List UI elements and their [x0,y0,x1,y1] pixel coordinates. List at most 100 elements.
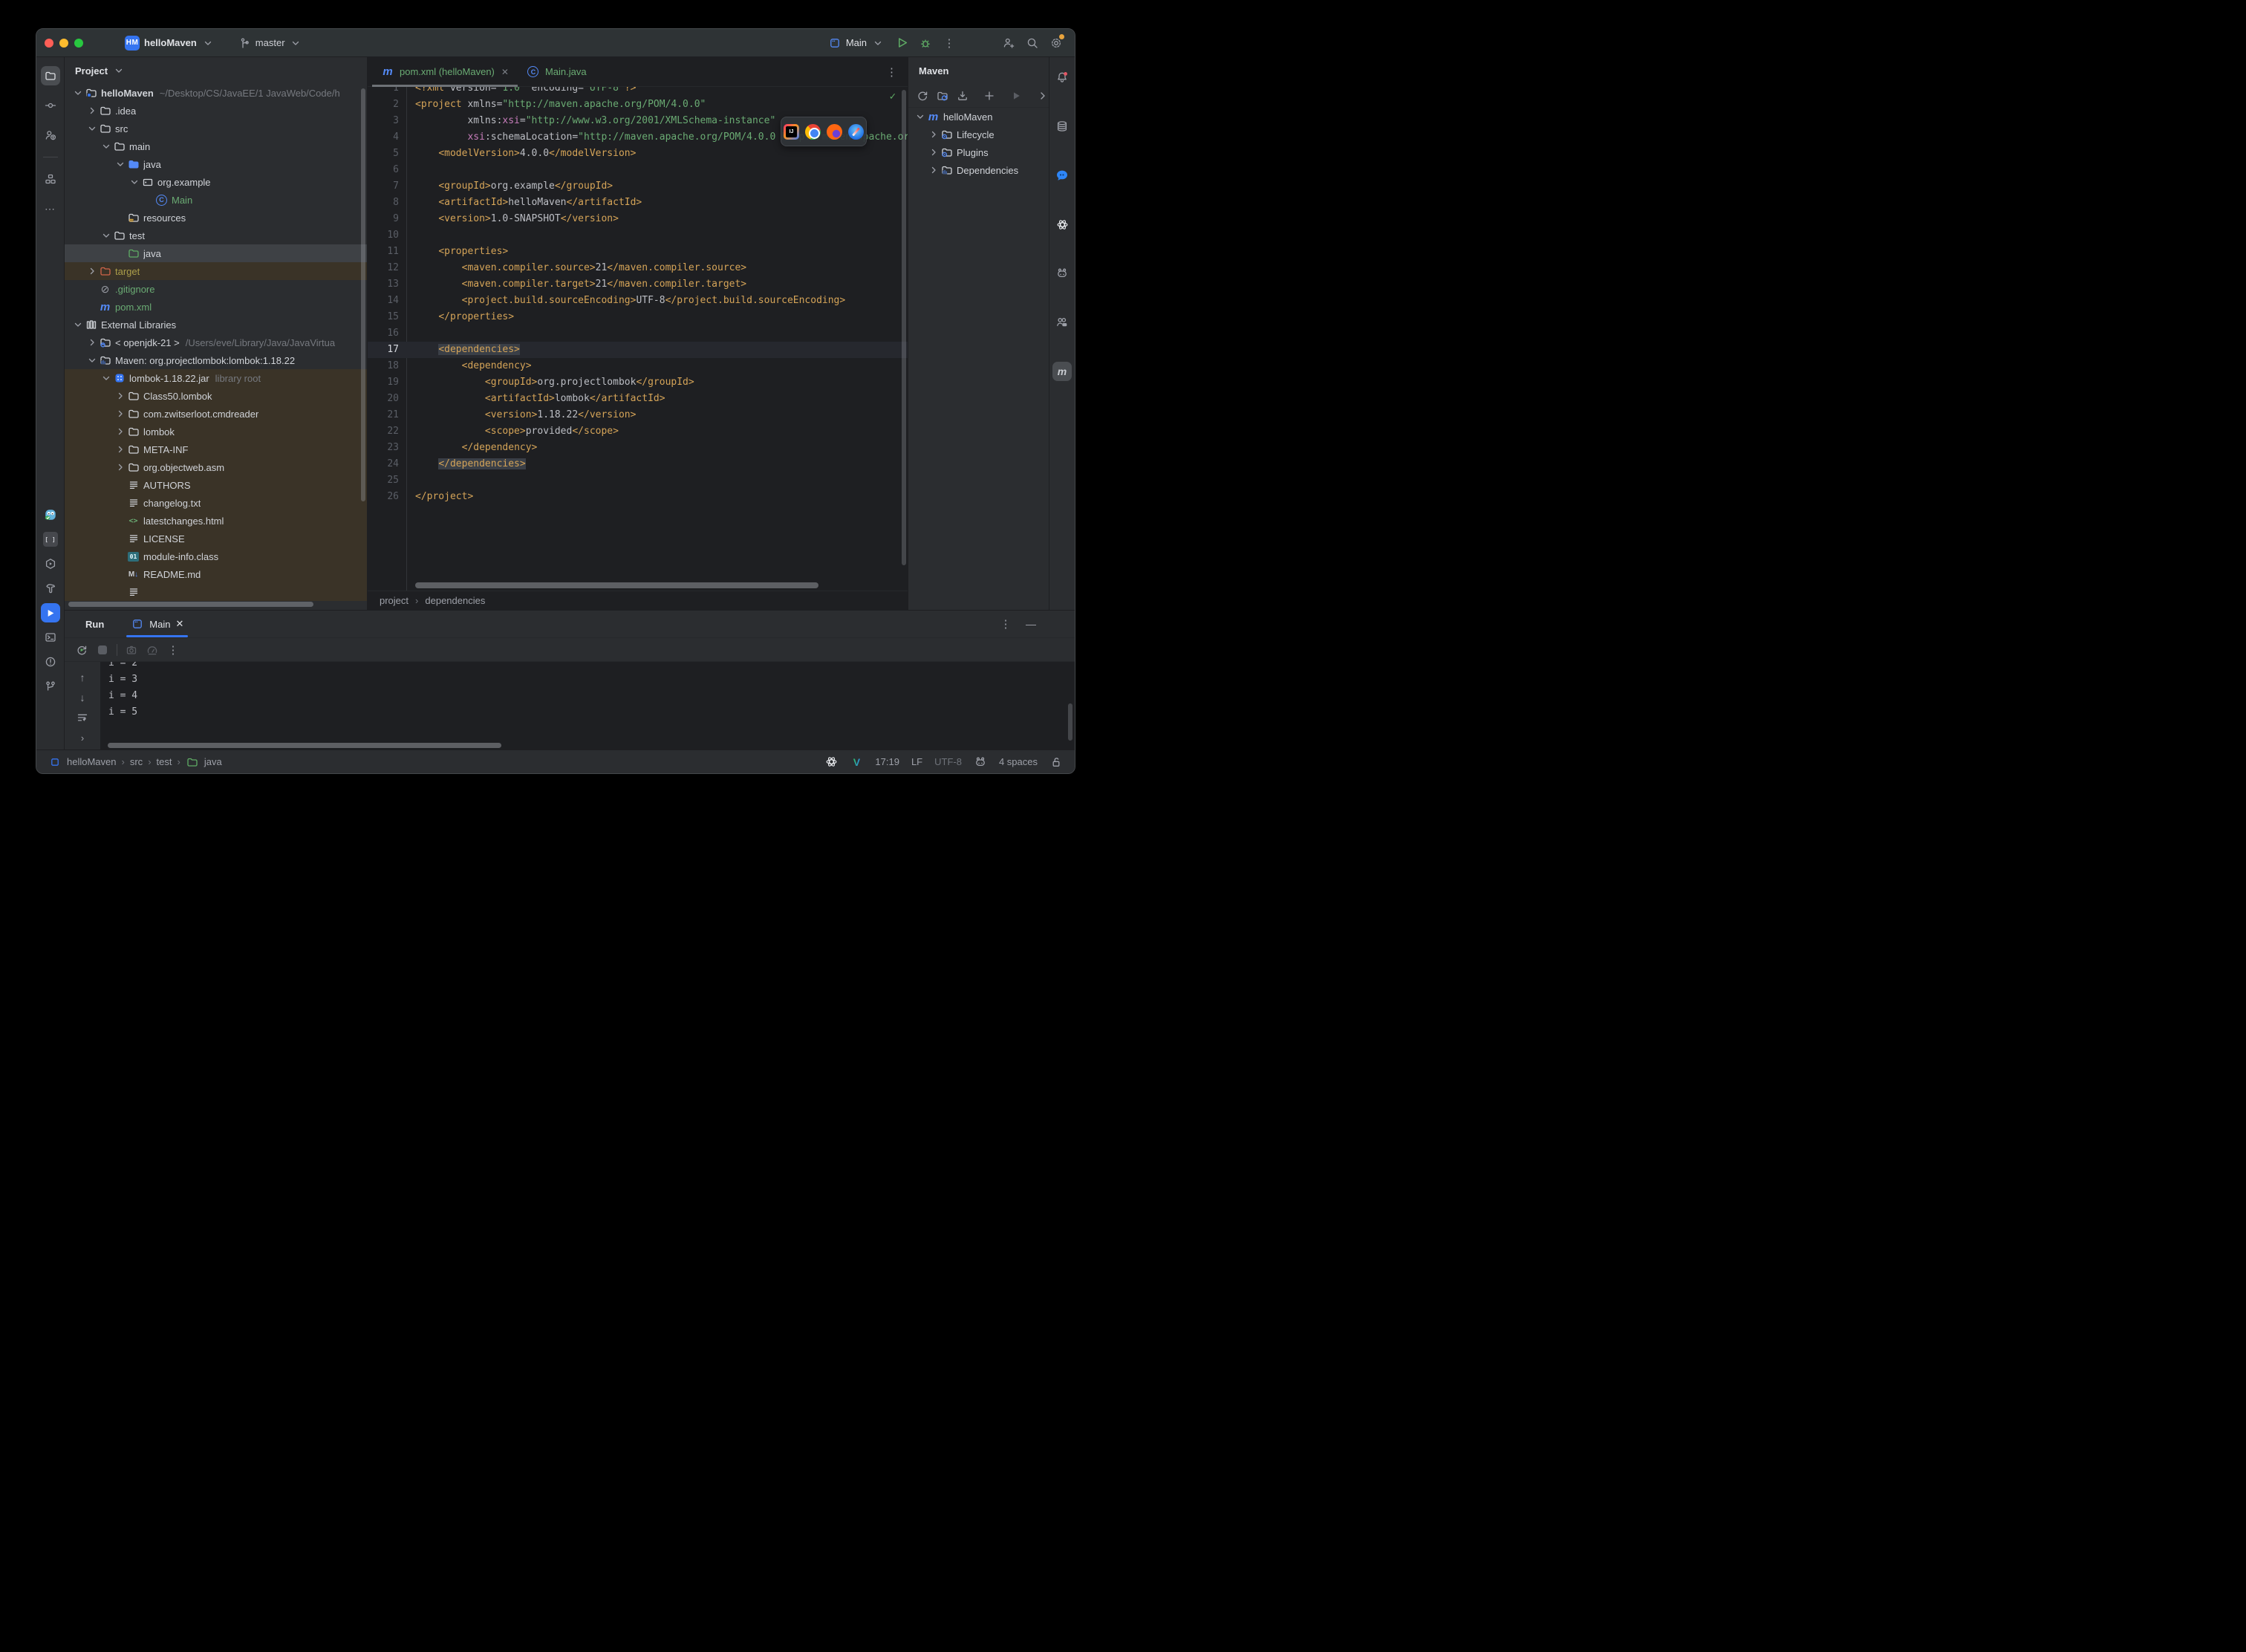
code-line[interactable]: 10 [368,227,908,244]
tree-row[interactable]: com.zwitserloot.cmdreader [65,405,367,423]
run-gauge-button[interactable] [146,643,159,657]
console-up-button[interactable]: ↑ [76,671,89,684]
code-line[interactable]: 16 [368,325,908,342]
tool-strip-problems-button[interactable] [41,652,60,671]
run-camera-button[interactable] [125,643,138,657]
run-kebab-button[interactable]: ⋮ [166,643,180,657]
tree-row[interactable]: C Main [65,191,367,209]
tree-row[interactable]: src [65,120,367,137]
status-cursor-position[interactable]: 17:19 [875,756,899,767]
status-project[interactable]: helloMaven [67,756,117,767]
maven-sync-button[interactable] [916,89,929,103]
code-line[interactable]: 14 <project.build.sourceEncoding>UTF-8</… [368,293,908,309]
tree-row[interactable]: LICENSE [65,530,367,547]
code-line[interactable]: 20 <artifactId>lombok</artifactId> [368,391,908,407]
chevron-down-icon[interactable] [72,87,84,99]
tool-strip-version-control-button[interactable] [41,677,60,696]
tool-strip-run-tool-button[interactable] [40,603,60,622]
tree-row[interactable]: m pom.xml [65,298,367,316]
maven-play-dim-button[interactable] [1009,89,1023,103]
code-line[interactable]: 13 <maven.compiler.target>21</maven.comp… [368,276,908,293]
maven-download-button[interactable] [956,89,969,103]
chevron-right-icon[interactable] [114,443,126,455]
tool-strip-pull-requests-button[interactable] [41,126,60,145]
tool-strip-terminal-button[interactable] [41,628,60,647]
code-line[interactable]: 12 <maven.compiler.source>21</maven.comp… [368,260,908,276]
tree-row[interactable]: META-INF [65,440,367,458]
status-crumb[interactable]: test [157,756,172,767]
tree-row[interactable]: org.objectweb.asm [65,458,367,476]
chevron-down-icon[interactable] [114,158,126,170]
chevron-right-icon[interactable] [928,129,940,140]
tree-row[interactable]: ⊘ .gitignore [65,280,367,298]
console-vertical-scrollbar[interactable] [1068,703,1072,741]
tool-strip-dev-container-button[interactable]: [ ] [41,530,60,549]
tree-row[interactable]: org.example [65,173,367,191]
tree-row[interactable]: target [65,262,367,280]
tool-strip-database-button[interactable] [1052,117,1072,136]
chevron-right-icon[interactable] [928,164,940,176]
tree-row[interactable]: External Libraries [65,316,367,334]
breadcrumb-item[interactable]: project [380,595,408,606]
tree-row[interactable]: helloMaven ~/Desktop/CS/JavaEE/1 JavaWeb… [65,84,367,102]
chevron-right-icon[interactable] [86,265,98,277]
run-stop-button[interactable] [96,643,109,657]
branch-widget[interactable]: master [238,36,302,50]
code-line[interactable]: 5 <modelVersion>4.0.0</modelVersion> [368,146,908,162]
chevron-right-icon[interactable] [114,426,126,438]
code-line[interactable]: 2 <project xmlns="http://maven.apache.org… [368,97,908,113]
chevron-right-icon[interactable] [86,105,98,117]
status-indent[interactable]: 4 spaces [999,756,1038,767]
close-window-button[interactable] [45,38,53,48]
run-panel-kebab-button[interactable]: ⋮ [999,617,1012,631]
chevron-right-icon[interactable] [114,390,126,402]
chevron-down-icon[interactable] [86,354,98,366]
chevron-down-icon[interactable] [289,36,302,50]
open-in-safari-icon[interactable] [848,123,864,140]
tool-strip-maven-tool-button[interactable]: m [1052,362,1072,381]
code-line[interactable]: 23 </dependency> [368,440,908,456]
run-panel-minimize-button[interactable]: — [1024,617,1038,631]
run-rerun-button[interactable] [75,643,88,657]
chevron-right-icon[interactable] [86,336,98,348]
run-console-output[interactable]: i = 2 i = 3 i = 4 i = 5 [101,662,1075,749]
code-line[interactable]: 18 <dependency> [368,358,908,374]
tool-strip-structure-button[interactable] [41,169,60,189]
tree-row[interactable]: M↓ README.md [65,565,367,583]
tree-row[interactable]: .idea [65,102,367,120]
tree-row[interactable]: 01 module-info.class [65,547,367,565]
code-line[interactable]: 25 [368,472,908,489]
open-in-chrome-icon[interactable] [805,123,821,140]
editor-vertical-scrollbar[interactable] [902,90,906,565]
chevron-right-icon[interactable] [928,146,940,158]
tree-row[interactable]: test [65,227,367,244]
code-line[interactable]: 9 <version>1.0-SNAPSHOT</version> [368,211,908,227]
run-config-selector[interactable]: Main [828,36,885,50]
chevron-down-icon[interactable] [112,64,126,77]
tool-strip-collaboration-button[interactable] [1052,313,1072,332]
maven-tree-row[interactable]: m helloMaven [908,108,1049,126]
open-in-intellij-icon[interactable] [784,123,799,140]
chevron-down-icon[interactable] [201,36,215,50]
editor-content[interactable]: ✓ 1 <?xml version="1.0" encoding="UTF-8"?… [368,87,908,591]
status-v-plugin-icon[interactable]: V [850,755,863,769]
chevron-down-icon[interactable] [128,176,140,188]
chevron-down-icon[interactable] [100,372,112,384]
maven-tree-row[interactable]: Lifecycle [908,126,1049,143]
status-leaf[interactable]: java [204,756,222,767]
tool-strip-more-button[interactable]: ⋯ [41,199,60,218]
tool-strip-services-button[interactable] [41,554,60,573]
tree-row[interactable]: main [65,137,367,155]
tool-strip-commit-button[interactable] [41,96,60,115]
close-tab-icon[interactable]: ✕ [501,67,509,77]
tool-strip-ai-robot-button[interactable] [1052,264,1072,283]
code-line[interactable]: 24 </dependencies> [368,456,908,472]
tree-row[interactable]: < openjdk-21 > /Users/eve/Library/Java/J… [65,334,367,351]
chevron-down-icon[interactable] [100,140,112,152]
maven-chev-right-button[interactable] [1036,89,1049,103]
console-softwrap-button[interactable] [76,711,89,724]
more-actions-button[interactable]: ⋮ [943,36,956,50]
status-crumb[interactable]: src [130,756,143,767]
run-tab-main[interactable]: Main ✕ [126,611,189,637]
maven-tree-row[interactable]: Plugins [908,143,1049,161]
